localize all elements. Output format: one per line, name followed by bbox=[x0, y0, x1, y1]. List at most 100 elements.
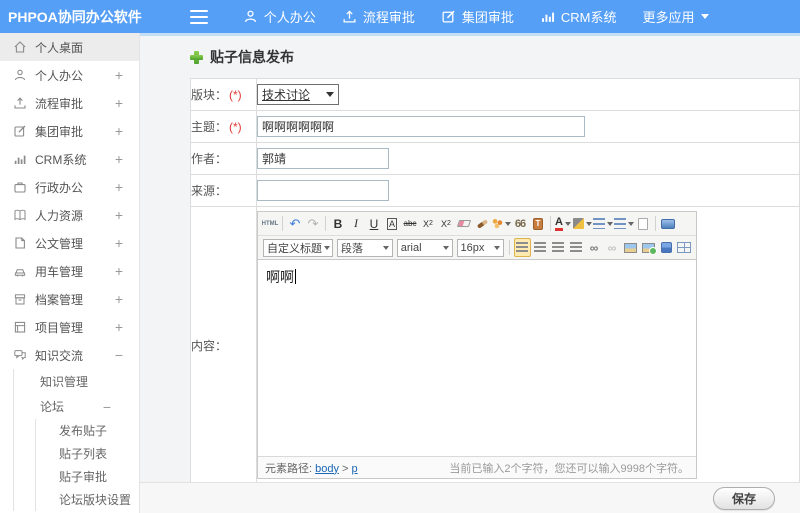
align-left-button[interactable] bbox=[513, 238, 531, 257]
insert-table-button[interactable] bbox=[676, 238, 693, 257]
sidebar-item-hr[interactable]: 人力资源 + bbox=[0, 201, 139, 229]
sidebar-item-admin-office[interactable]: 行政办公 + bbox=[0, 173, 139, 201]
sidebar-item-crm[interactable]: CRM系统 + bbox=[0, 145, 139, 173]
topnav-more-apps[interactable]: 更多应用 bbox=[642, 7, 710, 26]
sidebar-item-post-list[interactable]: 贴子列表 bbox=[36, 442, 139, 465]
align-justify-button[interactable] bbox=[568, 238, 585, 257]
topnav-workflow-approval[interactable]: 流程审批 bbox=[342, 7, 415, 26]
sidebar-item-personal-desktop[interactable]: 个人桌面 bbox=[0, 33, 139, 61]
insert-link-button[interactable]: ∞ bbox=[586, 238, 603, 257]
sidebar-item-knowledge-mgmt[interactable]: 知识管理 bbox=[14, 369, 139, 394]
align-right-button[interactable] bbox=[550, 238, 567, 257]
app-logo[interactable]: PHPOA协同办公软件 bbox=[8, 7, 142, 27]
caret-down-icon bbox=[504, 221, 511, 226]
font-color-button[interactable]: A bbox=[555, 214, 572, 233]
sidebar-item-post-approval[interactable]: 贴子审批 bbox=[36, 465, 139, 488]
highlight-color-button[interactable] bbox=[572, 214, 592, 233]
path-p-link[interactable]: p bbox=[352, 463, 358, 475]
subject-label: 主题： bbox=[191, 120, 228, 134]
topnav-crm[interactable]: CRM系统 bbox=[540, 7, 617, 26]
sidebar-item-forum-board-settings[interactable]: 论坛版块设置 bbox=[36, 488, 139, 511]
sidebar-item-document-mgmt[interactable]: 公文管理 + bbox=[0, 229, 139, 257]
expand-plus-icon[interactable]: + bbox=[115, 235, 123, 251]
sidebar-item-vehicle-mgmt[interactable]: 用车管理 + bbox=[0, 257, 139, 285]
sidebar-item-label: CRM系统 bbox=[35, 152, 87, 167]
bold-button[interactable]: B bbox=[330, 214, 347, 233]
paste-plain-text-button[interactable]: T bbox=[530, 214, 547, 233]
fullscreen-button[interactable] bbox=[660, 214, 677, 233]
sidebar-item-archive-mgmt[interactable]: 档案管理 + bbox=[0, 285, 139, 313]
insert-image-button[interactable] bbox=[622, 238, 639, 257]
expand-plus-icon[interactable]: + bbox=[115, 319, 123, 335]
expand-plus-icon[interactable]: + bbox=[115, 263, 123, 279]
sidebar-item-group-approval[interactable]: 集团审批 + bbox=[0, 117, 139, 145]
heading-select[interactable]: 自定义标题 bbox=[263, 238, 333, 257]
align-center-button[interactable] bbox=[532, 238, 549, 257]
topnav-personal-office[interactable]: 个人办公 bbox=[243, 7, 316, 26]
image-icon bbox=[623, 242, 637, 253]
align-justify-icon bbox=[570, 242, 583, 253]
path-body-link[interactable]: body bbox=[315, 463, 339, 475]
archive-icon bbox=[14, 294, 26, 305]
font-family-select[interactable]: arial bbox=[396, 238, 453, 257]
element-path: 元素路径: body > p bbox=[265, 462, 358, 475]
strikethrough-button[interactable]: abc bbox=[402, 214, 419, 233]
sidebar-item-label: 贴子列表 bbox=[59, 447, 108, 461]
caret-down-icon bbox=[494, 245, 501, 250]
redo-button[interactable]: ↷ bbox=[305, 214, 322, 233]
editor-toolbar-row2: 自定义标题 段落 arial 16px ∞ ∞ bbox=[258, 236, 696, 260]
source-label-cell: 来源： bbox=[190, 174, 257, 207]
sidebar-item-knowledge-exchange[interactable]: 知识交流 − bbox=[0, 341, 139, 369]
new-document-button[interactable] bbox=[635, 214, 652, 233]
sidebar-item-forum[interactable]: 论坛 − bbox=[14, 394, 139, 419]
source-input[interactable] bbox=[257, 180, 389, 201]
upload-image-button[interactable] bbox=[640, 238, 657, 257]
subscript-button[interactable]: X2 bbox=[438, 214, 455, 233]
remove-link-button[interactable]: ∞ bbox=[604, 238, 621, 257]
author-input[interactable] bbox=[257, 148, 389, 169]
sidebar-item-label: 公文管理 bbox=[35, 236, 84, 251]
sidebar-item-project-mgmt[interactable]: 项目管理 + bbox=[0, 313, 139, 341]
format-brush-button[interactable] bbox=[474, 214, 491, 233]
font-size-select[interactable]: 16px bbox=[456, 238, 505, 257]
top-navigation: 个人办公 流程审批 集团审批 CRM系统 更多应用 bbox=[230, 7, 723, 26]
unordered-list-button[interactable] bbox=[613, 214, 634, 233]
toolbar-separator bbox=[509, 240, 511, 255]
topnav-label: CRM系统 bbox=[560, 10, 617, 25]
sidebar-item-post-publish[interactable]: 发布贴子 bbox=[36, 419, 139, 442]
expand-plus-icon[interactable]: + bbox=[115, 179, 123, 195]
collapse-minus-icon[interactable]: − bbox=[103, 399, 111, 415]
ordered-list-button[interactable] bbox=[592, 214, 613, 233]
expand-plus-icon[interactable]: + bbox=[115, 207, 123, 223]
blockquote-button[interactable]: 66 bbox=[512, 214, 529, 233]
superscript-button[interactable]: X2 bbox=[420, 214, 437, 233]
expand-plus-icon[interactable]: + bbox=[115, 151, 123, 167]
sidebar-item-workflow-approval[interactable]: 流程审批 + bbox=[0, 89, 139, 117]
expand-plus-icon[interactable]: + bbox=[115, 291, 123, 307]
paint-format-button[interactable] bbox=[491, 214, 511, 233]
upload-icon bbox=[14, 97, 26, 109]
editor-content-area[interactable]: 啊啊 bbox=[258, 260, 696, 456]
board-select[interactable]: 技术讨论 bbox=[257, 84, 339, 105]
highlighter-icon bbox=[572, 218, 584, 229]
paragraph-select[interactable]: 段落 bbox=[337, 238, 393, 257]
user-icon bbox=[244, 10, 256, 23]
italic-button[interactable]: I bbox=[348, 214, 365, 233]
font-style-button[interactable]: A bbox=[384, 214, 401, 233]
required-mark: (*) bbox=[229, 88, 242, 102]
remove-format-button[interactable] bbox=[456, 214, 473, 233]
expand-plus-icon[interactable]: + bbox=[115, 123, 123, 139]
subject-input[interactable] bbox=[257, 116, 585, 137]
topnav-group-approval[interactable]: 集团审批 bbox=[441, 7, 514, 26]
page-title-text: 贴子信息发布 bbox=[210, 49, 294, 65]
insert-media-button[interactable] bbox=[658, 238, 675, 257]
save-button[interactable]: 保存 bbox=[713, 486, 775, 510]
menu-icon[interactable] bbox=[189, 9, 208, 24]
undo-button[interactable]: ↶ bbox=[287, 214, 304, 233]
sidebar-item-personal-office[interactable]: 个人办公 + bbox=[0, 61, 139, 89]
html-source-button[interactable]: HTML bbox=[262, 214, 279, 233]
expand-plus-icon[interactable]: + bbox=[115, 95, 123, 111]
expand-plus-icon[interactable]: + bbox=[115, 67, 123, 83]
underline-button[interactable]: U bbox=[366, 214, 383, 233]
collapse-minus-icon[interactable]: − bbox=[115, 347, 123, 363]
